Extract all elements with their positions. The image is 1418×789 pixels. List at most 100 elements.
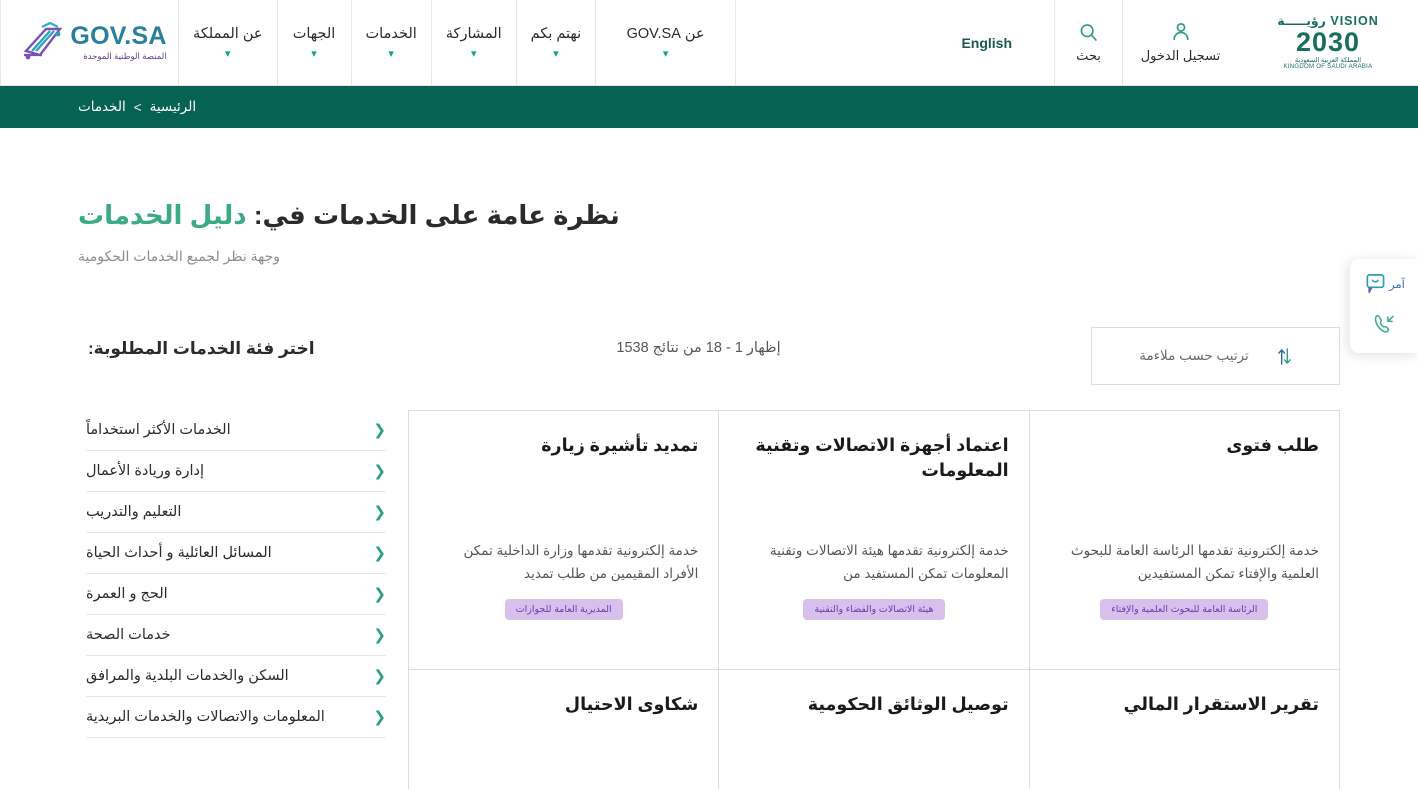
services-grid: طلب فتوى خدمة إلكترونية تقدمها الرئاسة ا… [408, 410, 1340, 789]
nav-item-about-kingdom[interactable]: عن المملكة ▾ [178, 0, 277, 85]
service-title: تمديد تأشيرة زيارة [541, 435, 699, 455]
sidebar-item-business[interactable]: إدارة وريادة الأعمال ❮ [86, 451, 386, 492]
service-agency-badge: الرئاسة العامة للبحوث العلمية والإفتاء [1100, 599, 1269, 621]
nav-label: المشاركة [445, 25, 502, 42]
service-agency-badge: هيئة الاتصالات والفضاء والتقنية [803, 599, 945, 621]
vision-label-ar: رؤيـــــة [1277, 14, 1326, 28]
chevron-left-icon: ❮ [373, 462, 386, 480]
chevron-left-icon: ❮ [373, 544, 386, 562]
sidebar-item-label: التعليم والتدريب [86, 504, 182, 520]
sidebar-item-label: السكن والخدمات البلدية والمرافق [86, 668, 289, 684]
login-button[interactable]: تسجيل الدخول [1122, 0, 1238, 85]
service-description: خدمة إلكترونية تقدمها هيئة الاتصالات وتق… [769, 543, 1009, 582]
sidebar-item-family[interactable]: المسائل العائلية و أحداث الحياة ❮ [86, 533, 386, 574]
sort-label: ترتيب حسب ملاءمة [1139, 348, 1249, 363]
sidebar-item-label: المعلومات والاتصالات والخدمات البريدية [86, 709, 325, 725]
nav-item-participation[interactable]: المشاركة ▾ [430, 0, 516, 85]
sort-updown-icon [1277, 347, 1291, 365]
sidebar-item-label: إدارة وريادة الأعمال [86, 463, 204, 479]
govsa-logo[interactable]: GOV.SA المنصة الوطنية الموحدة [0, 0, 178, 85]
breadcrumb: الرئيسية > الخدمات [78, 99, 196, 115]
service-title: اعتماد أجهزة الاتصالات وتقنية المعلومات [755, 435, 1009, 481]
chevron-down-icon: ▾ [311, 47, 317, 60]
search-label: بحث [1076, 47, 1101, 63]
service-card[interactable]: طلب فتوى خدمة إلكترونية تقدمها الرئاسة ا… [1028, 411, 1339, 670]
service-title: تقرير الاستقرار المالي [1123, 694, 1319, 714]
phone-callback-icon [1374, 314, 1394, 333]
nav-item-entities[interactable]: الجهات ▾ [276, 0, 351, 85]
govsa-mark-icon [24, 21, 63, 59]
sidebar-item-label: الخدمات الأكثر استخداماً [86, 422, 231, 438]
nav-label: نهتم بكم [530, 25, 582, 42]
service-title: شكاوى الاحتيال [564, 694, 699, 714]
nav-label: عن GOV.SA [626, 25, 705, 42]
chat-assistant-button[interactable]: آمر [1363, 273, 1405, 294]
chevron-left-icon: ❮ [373, 708, 386, 726]
breadcrumb-bar: الرئيسية > الخدمات [0, 86, 1418, 128]
service-title: طلب فتوى [1226, 435, 1319, 455]
vision-label-en: VISION [1330, 14, 1379, 28]
chevron-down-icon: ▾ [553, 47, 559, 60]
chevron-down-icon: ▾ [388, 47, 394, 60]
service-description: خدمة إلكترونية تقدمها وزارة الداخلية تمك… [463, 543, 699, 582]
page-title-prefix: نظرة عامة على الخدمات في: [253, 200, 620, 230]
floating-assistant-widget: آمر [1350, 259, 1418, 353]
service-card[interactable]: تقرير الاستقرار المالي [1028, 670, 1339, 789]
user-icon [1172, 22, 1189, 41]
nav-label: عن المملكة [193, 25, 263, 42]
call-back-button[interactable] [1372, 312, 1397, 337]
chevron-left-icon: ❮ [373, 421, 386, 439]
results-count: إظهار 1 - 18 من نتائج 1538 [616, 340, 781, 356]
nav-label: الخدمات [365, 25, 417, 42]
page-title: نظرة عامة على الخدمات في: دليل الخدمات [78, 200, 1340, 231]
page-subtitle: وجهة نظر لجميع الخدمات الحكومية [78, 248, 280, 264]
sidebar-item-health[interactable]: خدمات الصحة ❮ [86, 615, 386, 656]
sidebar-item-label: الحج و العمرة [86, 586, 168, 602]
sort-button[interactable]: ترتيب حسب ملاءمة [1091, 327, 1340, 385]
service-title: توصيل الوثائق الحكومية [807, 694, 1009, 714]
service-card[interactable]: اعتماد أجهزة الاتصالات وتقنية المعلومات … [718, 411, 1029, 670]
service-card[interactable]: تمديد تأشيرة زيارة خدمة إلكترونية تقدمها… [408, 411, 719, 670]
service-description: خدمة إلكترونية تقدمها الرئاسة العامة للب… [1070, 543, 1319, 582]
vision-kingdom-en: KINGDOM OF SAUDI ARABIA [1283, 64, 1373, 70]
login-label: تسجيل الدخول [1140, 48, 1221, 63]
chevron-left-icon: ❮ [373, 667, 386, 685]
main-content: الخدمات الأكثر استخداماً ❮ إدارة وريادة … [0, 410, 1418, 789]
search-button[interactable]: بحث [1054, 0, 1122, 85]
chevron-left-icon: ❮ [373, 503, 386, 521]
search-icon [1080, 23, 1097, 41]
header-spacer: English [735, 0, 1054, 85]
logo-subtitle: المنصة الوطنية الموحدة [83, 51, 167, 62]
chevron-left-icon: ❮ [373, 585, 386, 603]
category-filter-label: اختر فئة الخدمات المطلوبة: [88, 339, 315, 358]
nav-item-about-govsa[interactable]: عن GOV.SA ▾ [595, 0, 735, 85]
sidebar-item-housing[interactable]: السكن والخدمات البلدية والمرافق ❮ [86, 656, 386, 697]
chevron-left-icon: ❮ [373, 626, 386, 644]
breadcrumb-home[interactable]: الرئيسية [150, 99, 197, 115]
service-card[interactable]: توصيل الوثائق الحكومية [718, 670, 1029, 789]
vision-year: 2030 [1295, 26, 1361, 57]
chevron-down-icon: ▾ [470, 47, 477, 60]
sidebar-item-hajj-umrah[interactable]: الحج و العمرة ❮ [86, 574, 386, 615]
sidebar-item-ict-postal[interactable]: المعلومات والاتصالات والخدمات البريدية ❮ [86, 697, 386, 738]
logo-wordmark: GOV.SA [70, 22, 167, 51]
site-header: GOV.SA المنصة الوطنية الموحدة عن المملكة… [0, 0, 1418, 86]
nav-item-services[interactable]: الخدمات ▾ [350, 0, 431, 85]
chat-assistant-label: آمر [1389, 278, 1405, 291]
page-header: نظرة عامة على الخدمات في: دليل الخدمات و… [0, 200, 1418, 265]
page-title-highlight: دليل الخدمات [78, 200, 247, 230]
sidebar-item-education[interactable]: التعليم والتدريب ❮ [86, 492, 386, 533]
vision-2030-logo[interactable]: VISION رؤيـــــة 2030 المملكة العربية ال… [1238, 0, 1418, 85]
language-switch-english[interactable]: English [961, 35, 1012, 51]
chevron-down-icon: ▾ [662, 47, 669, 60]
service-card[interactable]: شكاوى الاحتيال [408, 670, 719, 789]
nav-item-we-care[interactable]: نهتم بكم ▾ [515, 0, 595, 85]
sidebar-item-label: المسائل العائلية و أحداث الحياة [86, 545, 272, 561]
sidebar-item-label: خدمات الصحة [86, 627, 171, 643]
category-sidebar: الخدمات الأكثر استخداماً ❮ إدارة وريادة … [86, 410, 386, 789]
breadcrumb-separator: > [133, 99, 142, 115]
sidebar-item-most-used[interactable]: الخدمات الأكثر استخداماً ❮ [86, 410, 386, 451]
service-agency-badge: المديرية العامة للجوازات [504, 599, 623, 621]
chevron-down-icon: ▾ [225, 47, 231, 60]
filter-row: اختر فئة الخدمات المطلوبة: إظهار 1 - 18 … [0, 327, 1418, 385]
